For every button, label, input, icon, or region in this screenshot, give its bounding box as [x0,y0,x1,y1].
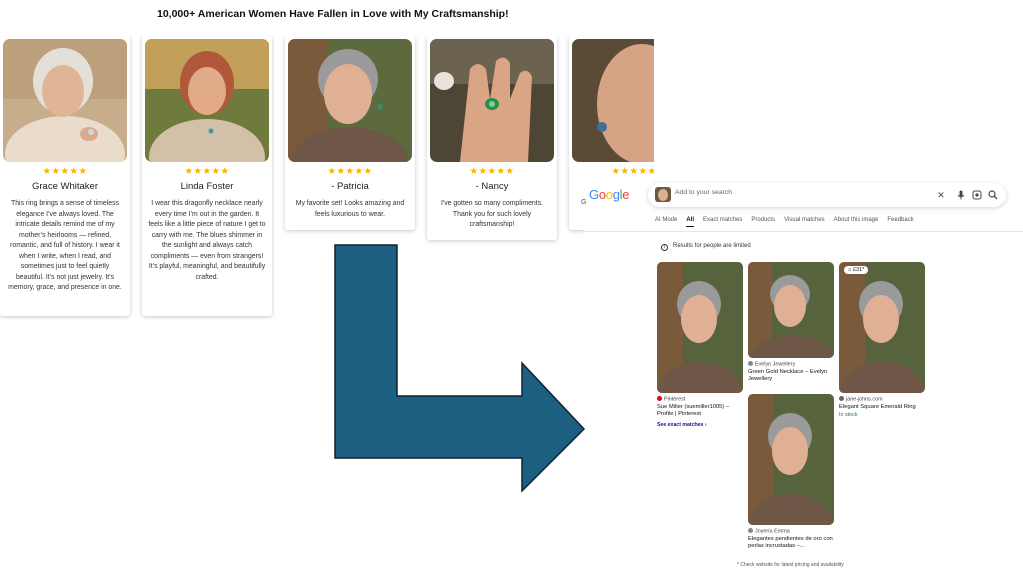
result-card[interactable]: Evelyn Jewellery Green Gold Necklace – E… [748,262,834,384]
result-title[interactable]: Green Gold Necklace – Evelyn Jewellery [748,369,834,384]
result-card[interactable]: Joyería Emma Elegantes pendientes de oro… [748,394,834,551]
result-image[interactable] [748,262,834,358]
reviewer-name: Grace Whitaker [32,181,98,192]
result-image[interactable] [748,394,834,525]
close-icon[interactable]: ✕ [935,189,947,201]
result-title[interactable]: Elegant Square Emerald Ring [839,404,925,412]
tab-exact-matches[interactable]: Exact matches [703,217,742,223]
review-photo [145,39,269,162]
star-rating: ★★★★★ [611,166,654,177]
review-photo [3,39,127,162]
result-card[interactable]: Pinterest Sue Miller (suemiller1005) – P… [657,262,743,428]
search-image-thumbnail[interactable] [655,187,671,202]
google-logo[interactable]: Google [589,187,629,202]
review-text: I wear this dragonfly necklace nearly ev… [148,200,266,281]
pinterest-icon [657,396,662,401]
result-source: Evelyn Jewellery [748,361,834,368]
pricing-footnote: * Check website for latest pricing and a… [737,562,844,568]
result-source: Pinterest [657,396,743,403]
tab-about-this-image[interactable]: About this image [834,217,879,223]
tab-all[interactable]: All [686,217,694,223]
star-rating: ★★★★★ [469,166,515,177]
review-card: ★★★★★ - Patricia My favorite set! Looks … [285,36,415,230]
review-photo [430,39,554,162]
tab-ai-mode[interactable]: AI Mode [655,217,677,223]
tab-divider [585,231,1023,232]
tab-visual-matches[interactable]: Visual matches [784,217,825,223]
search-box[interactable]: ✕ [648,183,1006,207]
reviewer-name: - Patricia [331,181,369,192]
result-title[interactable]: Sue Miller (suemiller1005) – Profile | P… [657,404,743,419]
reviewer-name: Linda Foster [180,181,234,192]
result-image[interactable]: ⌂ £31* [839,262,925,393]
review-photo [288,39,412,162]
tab-feedback[interactable]: Feedback [887,217,913,223]
search-icon[interactable] [987,189,999,201]
result-source: Joyería Emma [748,528,834,535]
star-rating: ★★★★★ [184,166,230,177]
notice-text: Results for people are limited [673,243,751,249]
arrow-icon [334,244,586,493]
google-lens-panel: G Google ✕ AI Mode All Exact matches Produc… [581,178,1023,577]
site-icon [748,361,753,366]
mic-icon[interactable] [955,189,967,201]
site-icon [839,396,844,401]
page-headline: 10,000+ American Women Have Fallen in Lo… [157,8,509,20]
see-exact-matches-link[interactable]: See exact matches › [657,422,743,428]
lens-icon[interactable] [971,189,983,201]
tab-products[interactable]: Products [751,217,775,223]
info-icon: i [661,244,668,251]
result-source: jane-johns.com [839,396,925,403]
site-icon [748,528,753,533]
review-card: ★★★★★ Grace Whitaker This ring brings a … [0,36,130,316]
review-text: I've gotten so many compliments. Thank y… [440,200,544,228]
review-photo [572,39,654,162]
reviewer-name: - Nancy [475,181,509,192]
review-card: ★★★★★ Linda Foster I wear this dragonfly… [142,36,272,316]
lens-tabs: AI Mode All Exact matches Products Visual ma… [655,217,923,223]
result-title[interactable]: Elegantes pendientes de oro con perlas i… [748,536,834,551]
review-card: ★★★★★ - Nancy I've gotten so many compli… [427,36,557,240]
result-image[interactable] [657,262,743,393]
star-rating: ★★★★★ [42,166,88,177]
cut-off-letter: G [581,199,587,206]
search-input[interactable] [675,189,895,196]
review-text: My favorite set! Looks amazing and feels… [295,200,405,218]
price-badge: ⌂ £31* [844,266,869,274]
review-text: This ring brings a sense of timeless ele… [8,200,122,291]
result-card[interactable]: ⌂ £31* jane-johns.com Elegant Square Eme… [839,262,925,418]
star-rating: ★★★★★ [327,166,373,177]
results-notice: i Results for people are limited [661,243,751,251]
stock-status: In stock [839,412,858,418]
